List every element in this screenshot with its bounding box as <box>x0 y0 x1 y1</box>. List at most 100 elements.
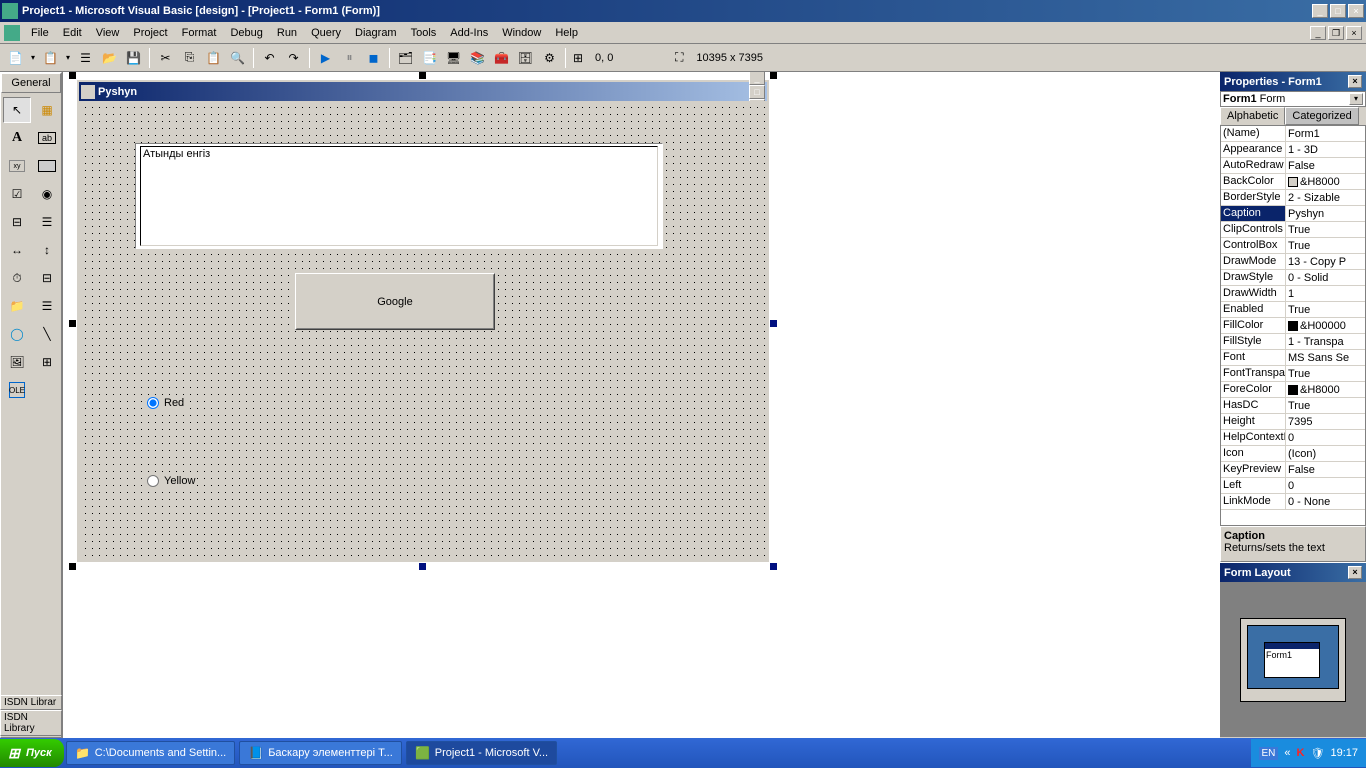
tool-filelistbox[interactable]: ☰ <box>33 293 61 319</box>
property-row[interactable]: ClipControlsTrue <box>1221 222 1365 238</box>
tab-isdn-a[interactable]: ISDN Librar <box>0 695 62 710</box>
start-button[interactable]: ⊞ Пуск <box>0 739 64 767</box>
form-maximize-button[interactable]: □ <box>749 85 765 99</box>
designed-textbox[interactable]: Атынды енгіз <box>135 143 663 249</box>
mdi-restore-button[interactable]: ❐ <box>1328 26 1344 40</box>
property-value[interactable]: 7395 <box>1286 414 1365 429</box>
form-layout-body[interactable]: Form1 <box>1220 582 1366 737</box>
taskbar-item-word[interactable]: 📘 Баскару элементтері Т... <box>239 741 402 765</box>
resize-handle-sw[interactable] <box>69 563 76 570</box>
tool-label[interactable]: A <box>3 125 31 151</box>
undo-button[interactable]: ↶ <box>258 47 281 69</box>
form-layout-button[interactable]: 🖥 <box>442 47 465 69</box>
tool-frame[interactable]: xy <box>3 153 31 179</box>
property-row[interactable]: Left0 <box>1221 478 1365 494</box>
tab-alphabetic[interactable]: Alphabetic <box>1220 107 1285 125</box>
property-value[interactable]: True <box>1286 222 1365 237</box>
maximize-button[interactable]: □ <box>1330 4 1346 18</box>
resize-handle-s[interactable] <box>419 563 426 570</box>
tab-isdn-b[interactable]: ISDN Library <box>0 710 62 736</box>
property-value[interactable]: True <box>1286 302 1365 317</box>
property-row[interactable]: BorderStyle2 - Sizable <box>1221 190 1365 206</box>
tray-kaspersky-icon[interactable]: K <box>1297 747 1305 759</box>
menu-diagram[interactable]: Diagram <box>348 25 404 41</box>
resize-handle-w[interactable] <box>69 320 76 327</box>
minimize-button[interactable]: _ <box>1312 4 1328 18</box>
properties-object-combo[interactable]: Form1 Form ▾ <box>1220 91 1366 107</box>
tool-vscrollbar[interactable]: ↕ <box>33 237 61 263</box>
tool-commandbutton[interactable] <box>33 153 61 179</box>
menu-project[interactable]: Project <box>126 25 174 41</box>
cut-button[interactable]: ✂ <box>154 47 177 69</box>
properties-window-button[interactable]: 📑 <box>418 47 441 69</box>
open-button[interactable]: 📂 <box>98 47 121 69</box>
object-browser-button[interactable]: 📚 <box>466 47 489 69</box>
copy-button[interactable]: ⎘ <box>178 47 201 69</box>
add-form-button[interactable]: 📋 <box>39 47 62 69</box>
property-value[interactable]: 0 <box>1286 478 1365 493</box>
tray-expand-icon[interactable]: « <box>1284 747 1290 759</box>
tool-ole[interactable]: OLE <box>3 377 31 403</box>
tray-shield-icon[interactable]: 🛡 <box>1311 747 1325 760</box>
property-row[interactable]: FontMS Sans Se <box>1221 350 1365 366</box>
tool-checkbox[interactable]: ☑ <box>3 181 31 207</box>
tool-image[interactable]: 🖼 <box>3 349 31 375</box>
property-value[interactable]: &H8000 <box>1286 382 1365 397</box>
tab-categorized[interactable]: Categorized <box>1285 107 1358 125</box>
property-row[interactable]: DrawStyle0 - Solid <box>1221 270 1365 286</box>
start-button[interactable]: ▶ <box>314 47 337 69</box>
property-row[interactable]: Icon(Icon) <box>1221 446 1365 462</box>
tool-pointer[interactable]: ↖ <box>3 97 31 123</box>
designed-button[interactable]: Google <box>295 273 495 330</box>
end-button[interactable]: ◼ <box>362 47 385 69</box>
property-row[interactable]: DrawWidth1 <box>1221 286 1365 302</box>
new-project-button[interactable]: 📄 <box>4 47 27 69</box>
add-form-dropdown[interactable]: ▾ <box>63 47 73 69</box>
property-value[interactable]: 1 - Transpa <box>1286 334 1365 349</box>
tool-listbox[interactable]: ☰ <box>33 209 61 235</box>
designed-radio-yellow[interactable]: Yellow <box>147 475 195 487</box>
resize-handle-nw[interactable] <box>69 72 76 79</box>
toolbox-button[interactable]: 🧰 <box>490 47 513 69</box>
property-row[interactable]: BackColor&H8000 <box>1221 174 1365 190</box>
property-row[interactable]: HasDCTrue <box>1221 398 1365 414</box>
properties-grid[interactable]: (Name)Form1Appearance1 - 3DAutoRedrawFal… <box>1220 125 1366 526</box>
toolbox-tab-general[interactable]: General <box>1 73 61 93</box>
property-row[interactable]: (Name)Form1 <box>1221 126 1365 142</box>
property-row[interactable]: LinkMode0 - None <box>1221 494 1365 510</box>
property-row[interactable]: Appearance1 - 3D <box>1221 142 1365 158</box>
property-row[interactable]: FillColor&H00000 <box>1221 318 1365 334</box>
project-explorer-button[interactable]: 🗂 <box>394 47 417 69</box>
property-value[interactable]: False <box>1286 462 1365 477</box>
tool-picturebox[interactable]: ▦ <box>33 97 61 123</box>
resize-handle-n[interactable] <box>419 72 426 79</box>
property-row[interactable]: HelpContextI0 <box>1221 430 1365 446</box>
property-row[interactable]: FillStyle1 - Transpa <box>1221 334 1365 350</box>
designed-radio-red[interactable]: Red <box>147 397 184 409</box>
property-value[interactable]: 1 - 3D <box>1286 142 1365 157</box>
language-indicator[interactable]: EN <box>1259 747 1279 760</box>
form-client-area[interactable]: Атынды енгіз Google Red Yellow <box>79 101 767 560</box>
mini-form-preview[interactable]: Form1 <box>1264 642 1320 678</box>
property-value[interactable]: 0 - Solid <box>1286 270 1365 285</box>
property-value[interactable]: True <box>1286 366 1365 381</box>
property-row[interactable]: EnabledTrue <box>1221 302 1365 318</box>
property-row[interactable]: AutoRedrawFalse <box>1221 158 1365 174</box>
tool-textbox[interactable]: ab <box>33 125 61 151</box>
component-manager-button[interactable]: ⚙ <box>538 47 561 69</box>
form-minimize-button[interactable]: _ <box>749 72 765 85</box>
menu-run[interactable]: Run <box>270 25 304 41</box>
close-button[interactable]: × <box>1348 4 1364 18</box>
property-row[interactable]: ForeColor&H8000 <box>1221 382 1365 398</box>
property-value[interactable]: 13 - Copy P <box>1286 254 1365 269</box>
redo-button[interactable]: ↷ <box>282 47 305 69</box>
tool-dirlistbox[interactable]: 📁 <box>3 293 31 319</box>
property-row[interactable]: CaptionPyshyn <box>1221 206 1365 222</box>
resize-handle-e[interactable] <box>770 320 777 327</box>
property-row[interactable]: ControlBoxTrue <box>1221 238 1365 254</box>
taskbar-item-vb[interactable]: 🟩 Project1 - Microsoft V... <box>406 741 557 765</box>
tool-timer[interactable]: ⏱ <box>3 265 31 291</box>
property-row[interactable]: FontTransparTrue <box>1221 366 1365 382</box>
form-layout-close-button[interactable]: × <box>1348 566 1362 579</box>
property-value[interactable]: MS Sans Se <box>1286 350 1365 365</box>
